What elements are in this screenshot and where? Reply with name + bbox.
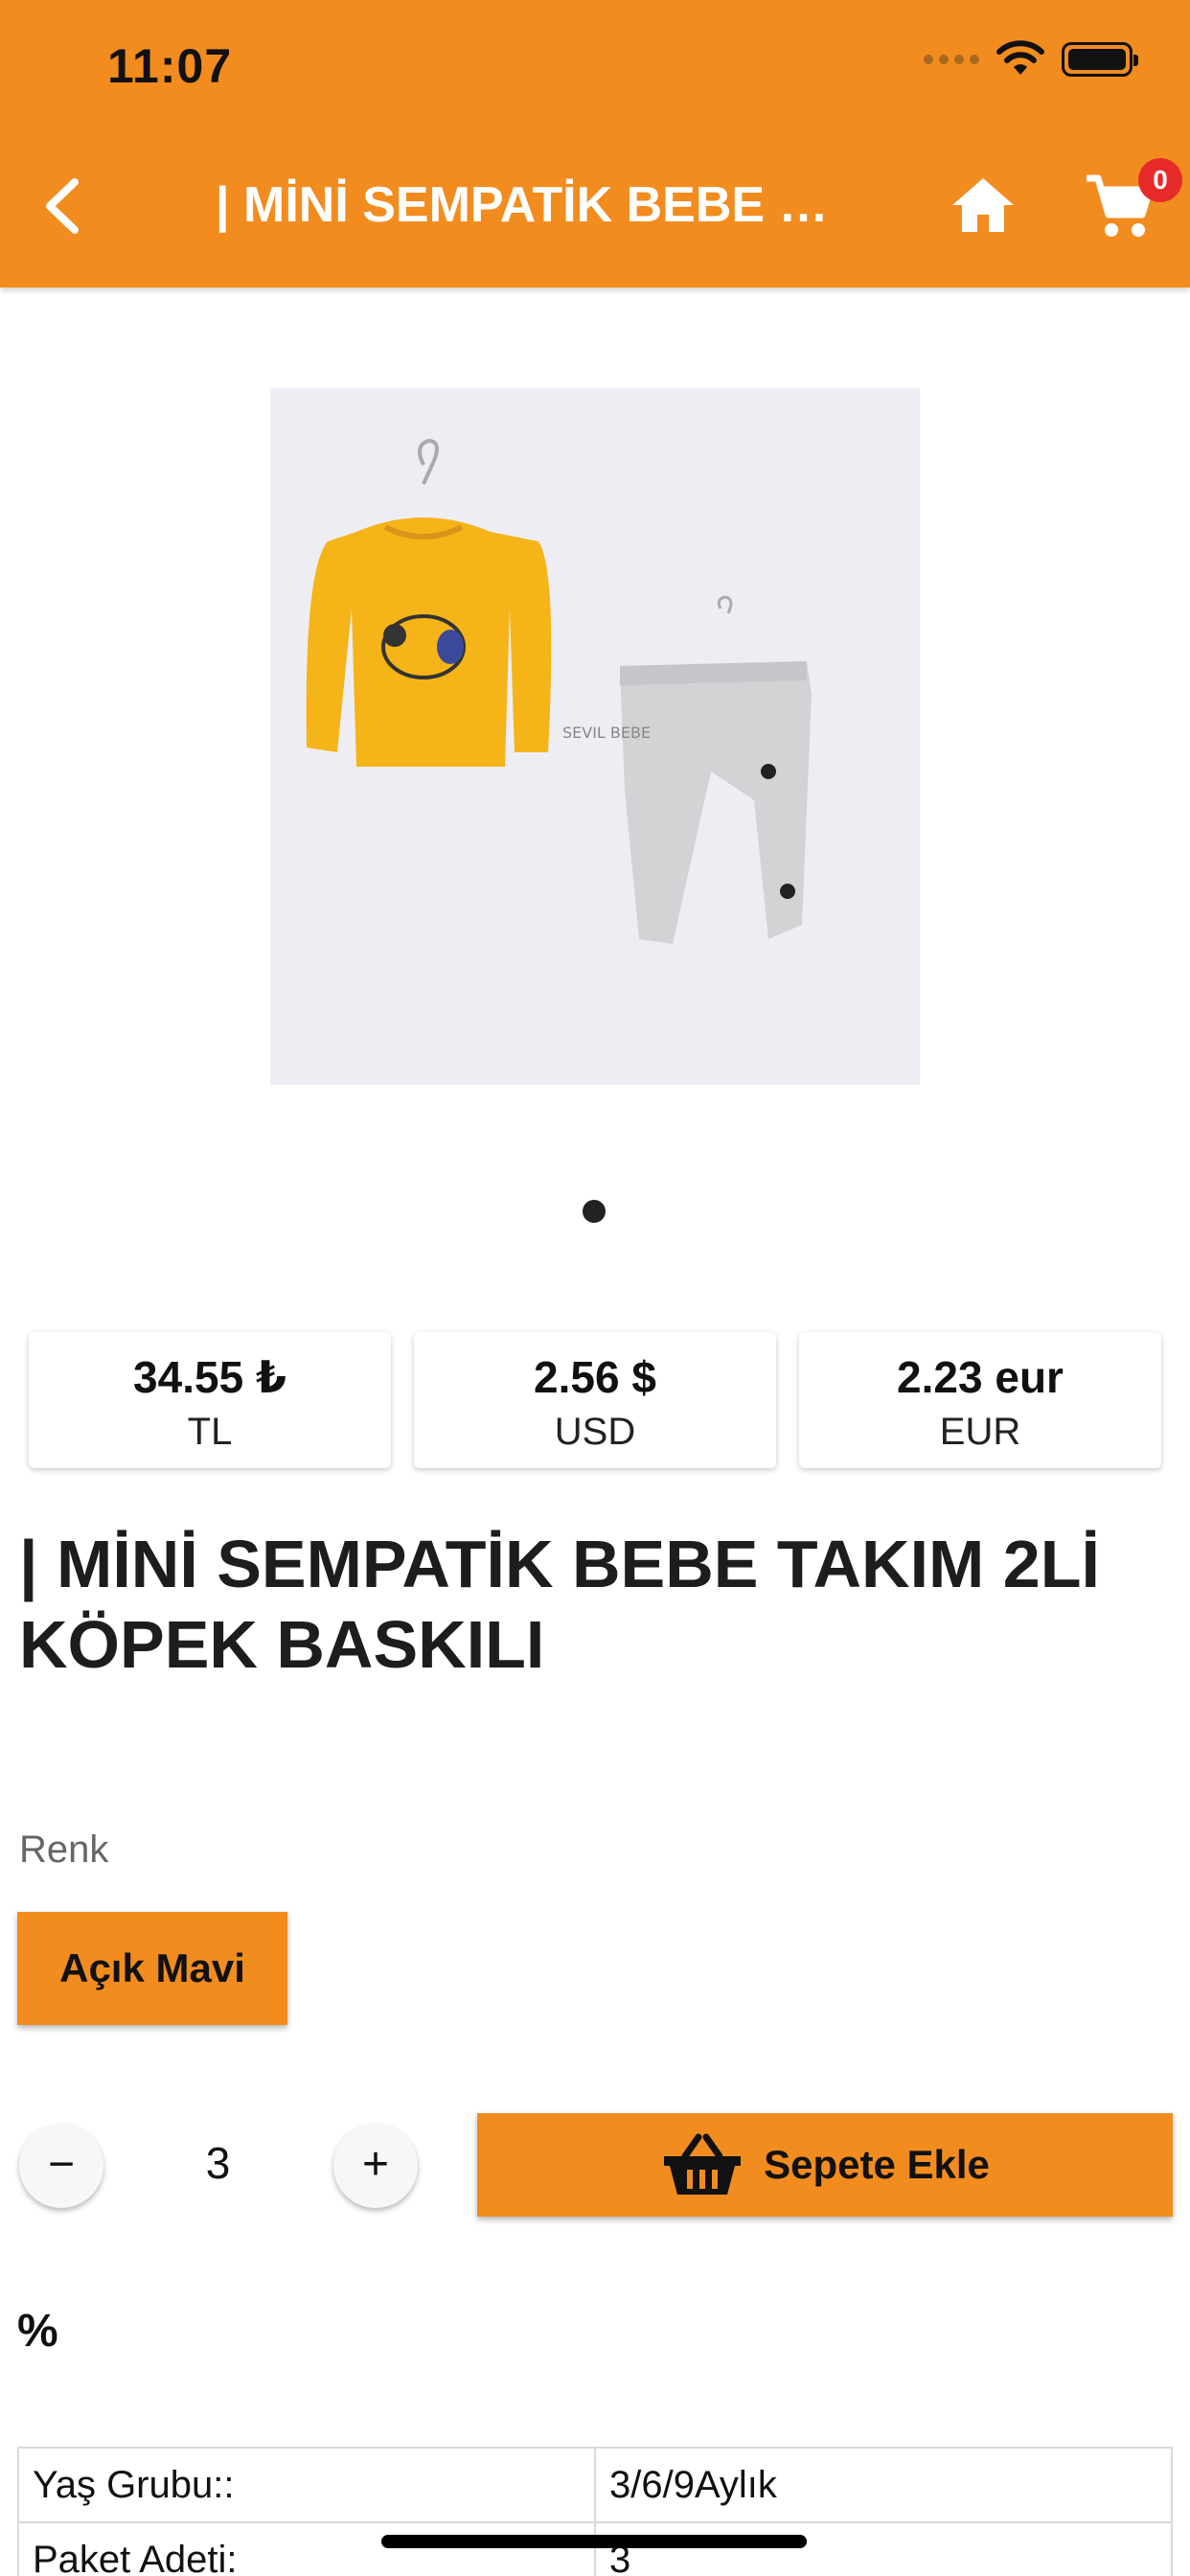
wifi-icon [996, 40, 1044, 75]
page-title: | MİNİ SEMPATİK BEBE TAKIM 2Lİ KÖPEK BAS… [216, 177, 829, 233]
quantity-plus-button[interactable]: + [333, 2124, 418, 2208]
price-currency: EUR [939, 1411, 1021, 1453]
price-value: 34.55 ₺ [133, 1352, 286, 1402]
price-card-eur: 2.23 eur EUR [799, 1332, 1161, 1468]
spec-value: 3/6/9Aylık [594, 2447, 1173, 2523]
product-name: | MİNİ SEMPATİK BEBE TAKIM 2Lİ KÖPEK BAS… [19, 1527, 1100, 1682]
status-time: 11:07 [107, 39, 233, 93]
carousel-indicator-dot[interactable] [583, 1200, 606, 1223]
home-indicator[interactable] [381, 2535, 807, 2548]
battery-icon [1062, 42, 1138, 77]
spec-value: 3 [594, 2521, 1173, 2576]
product-photo: SEVIL BEBE [270, 388, 920, 1085]
color-option-button[interactable]: Açık Mavi [17, 1912, 287, 2025]
specs-table: Yaş Grubu:: 3/6/9Aylık Paket Adeti: 3 [17, 2447, 1173, 2576]
add-to-cart-button[interactable]: Sepete Ekle [477, 2113, 1173, 2217]
color-label: Renk [19, 1828, 109, 1871]
table-row: Paket Adeti: 3 [17, 2521, 1173, 2576]
price-card-tl: 34.55 ₺ TL [29, 1332, 391, 1468]
app-header: 11:07 | MİNİ SEMPATİK BEBE TAKIM 2Lİ KÖP… [0, 0, 1190, 288]
price-card-usd: 2.56 $ USD [414, 1332, 776, 1468]
spec-key: Paket Adeti: [17, 2521, 596, 2576]
table-row: Yaş Grubu:: 3/6/9Aylık [17, 2447, 1173, 2523]
signal-icon [924, 55, 979, 64]
cart-count-badge: 0 [1138, 158, 1182, 202]
price-currency: TL [187, 1411, 233, 1453]
product-image[interactable]: SEVIL BEBE [270, 388, 920, 1085]
status-icons [924, 40, 1138, 79]
spec-key: Yaş Grubu:: [17, 2447, 596, 2523]
home-icon[interactable] [949, 171, 1018, 240]
price-value: 2.56 $ [534, 1352, 656, 1402]
watermark-text: SEVIL BEBE [562, 724, 651, 742]
price-currency: USD [554, 1411, 636, 1453]
discount-label: % [17, 2306, 58, 2357]
basket-icon [664, 2133, 742, 2195]
add-to-cart-label: Sepete Ekle [764, 2142, 990, 2187]
back-button[interactable] [34, 172, 92, 240]
price-value: 2.23 eur [897, 1352, 1064, 1402]
quantity-minus-button[interactable]: − [19, 2124, 103, 2208]
quantity-value: 3 [205, 2138, 231, 2188]
